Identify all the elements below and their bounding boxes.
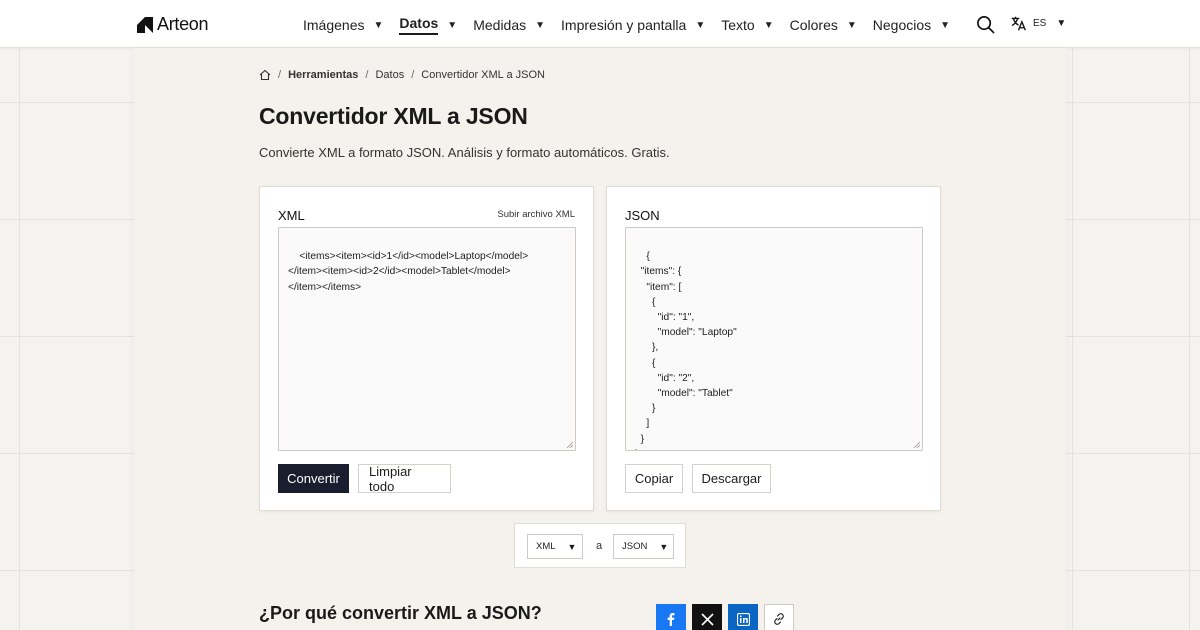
json-output-value: { "items": { "item": [ { "id": "1", "mod… <box>635 251 737 450</box>
from-format-select[interactable]: XML ▼ <box>527 534 583 559</box>
caret-down-icon: ▼ <box>695 19 706 31</box>
translate-icon <box>1011 16 1026 31</box>
breadcrumb: / Herramientas / Datos / Convertidor XML… <box>259 69 545 81</box>
caret-down-icon: ▼ <box>1056 18 1067 29</box>
home-icon[interactable] <box>259 69 271 81</box>
link-icon <box>774 613 784 625</box>
nav-label: Impresión y pantalla <box>561 17 687 33</box>
why-convert-heading: ¿Por qué convertir XML a JSON? <box>259 603 542 623</box>
x-icon <box>700 612 714 626</box>
nav-item-colores[interactable]: Colores ▼ <box>790 17 857 33</box>
share-facebook-button[interactable] <box>656 604 686 630</box>
linkedin-icon <box>736 612 750 626</box>
nav-item-imagenes[interactable]: Imágenes ▼ <box>303 17 383 33</box>
xml-label: XML <box>278 208 305 223</box>
from-format-value: XML <box>536 541 556 552</box>
caret-down-icon: ▼ <box>846 19 857 31</box>
nav-label: Datos <box>399 15 439 35</box>
nav-label: Texto <box>721 17 755 33</box>
search-button[interactable] <box>976 15 996 35</box>
nav-label: Negocios <box>872 17 932 33</box>
page-description: Convierte XML a formato JSON. Análisis y… <box>259 145 670 160</box>
breadcrumb-datos[interactable]: Datos <box>375 69 404 81</box>
nav-item-medidas[interactable]: Medidas ▼ <box>473 17 545 33</box>
nav-item-impresion[interactable]: Impresión y pantalla ▼ <box>561 17 705 33</box>
breadcrumb-herramientas[interactable]: Herramientas <box>288 69 358 81</box>
resize-grip-icon[interactable] <box>913 441 920 448</box>
breadcrumb-separator: / <box>365 69 369 81</box>
caret-down-icon: ▼ <box>447 19 458 31</box>
nav-item-negocios[interactable]: Negocios ▼ <box>873 17 950 33</box>
to-format-value: JSON <box>622 541 648 552</box>
search-icon <box>977 16 995 34</box>
json-label: JSON <box>625 208 660 223</box>
caret-down-icon: ▼ <box>659 541 669 552</box>
caret-down-icon: ▼ <box>535 19 546 31</box>
language-selector[interactable]: ES ▼ <box>1010 15 1066 32</box>
convert-button[interactable]: Convertir <box>278 464 349 493</box>
json-output-textarea[interactable]: { "items": { "item": [ { "id": "1", "mod… <box>625 227 923 451</box>
resize-grip-icon[interactable] <box>566 441 573 448</box>
breadcrumb-separator: / <box>278 69 282 81</box>
copy-link-button[interactable] <box>764 604 794 630</box>
arteon-logo-icon <box>137 16 153 33</box>
format-selector: XML ▼ a JSON ▼ <box>514 523 686 568</box>
main-nav: Imágenes ▼ Datos ▼ Medidas ▼ Impresión y… <box>303 15 966 35</box>
share-linkedin-button[interactable] <box>728 604 758 630</box>
share-x-button[interactable] <box>692 604 722 630</box>
caret-down-icon: ▼ <box>940 19 951 31</box>
caret-down-icon: ▼ <box>567 541 577 552</box>
nav-label: Imágenes <box>303 17 365 33</box>
json-output-card: JSON { "items": { "item": [ { "id": "1",… <box>606 186 941 511</box>
top-navigation-bar: Arteon Imágenes ▼ Datos ▼ Medidas ▼ Impr… <box>0 0 1200 48</box>
nav-item-texto[interactable]: Texto ▼ <box>721 17 773 33</box>
to-format-select[interactable]: JSON ▼ <box>613 534 674 559</box>
caret-down-icon: ▼ <box>373 19 384 31</box>
download-button[interactable]: Descargar <box>692 464 771 493</box>
brand-logo[interactable]: Arteon <box>137 14 209 35</box>
caret-down-icon: ▼ <box>763 19 774 31</box>
brand-name: Arteon <box>157 14 209 34</box>
language-code: ES <box>1033 18 1047 29</box>
format-connector: a <box>596 540 603 552</box>
copy-button[interactable]: Copiar <box>625 464 683 493</box>
nav-label: Colores <box>789 17 838 33</box>
xml-input-value: <items><item><id>1</id><model>Laptop</mo… <box>288 251 529 293</box>
clear-all-button[interactable]: Limpiar todo <box>358 464 451 494</box>
xml-input-card: XML Subir archivo XML <items><item><id>1… <box>259 186 594 511</box>
nav-label: Medidas <box>473 17 527 33</box>
facebook-icon <box>667 613 675 626</box>
upload-xml-link[interactable]: Subir archivo XML <box>497 209 575 220</box>
breadcrumb-separator: / <box>411 69 415 81</box>
breadcrumb-current: Convertidor XML a JSON <box>421 69 545 81</box>
page-title: Convertidor XML a JSON <box>259 103 528 129</box>
xml-input-textarea[interactable]: <items><item><id>1</id><model>Laptop</mo… <box>278 227 576 451</box>
nav-item-datos[interactable]: Datos ▼ <box>399 15 457 35</box>
